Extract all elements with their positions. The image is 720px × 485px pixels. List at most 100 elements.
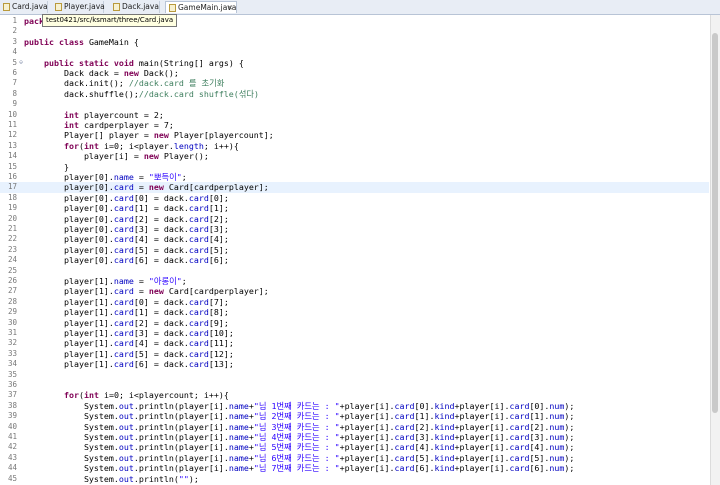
code-line[interactable]: 19 player[0].card[1] = dack.card[1]; [0, 203, 709, 213]
line-number: 45 [7, 473, 17, 483]
code-editor[interactable]: 1 pack 2 3 public class GameMain {4 5 ⊖ public… [0, 15, 709, 485]
code-line[interactable]: 5 ⊖ public static void main(String[] args… [0, 58, 709, 68]
code-line[interactable]: 25 [0, 266, 709, 276]
scrollbar-thumb[interactable] [712, 33, 718, 413]
code-line[interactable]: 39 System.out.println(player[i].name+"님 … [0, 411, 709, 421]
code-line[interactable]: 38 System.out.println(player[i].name+"님 … [0, 401, 709, 411]
code-line[interactable]: 8 dack.shuffle();//dack.card shuffle(섞다) [0, 89, 709, 99]
code-line[interactable]: 43 System.out.println(player[i].name+"님 … [0, 453, 709, 463]
line-number: 5 [12, 57, 17, 67]
tab-player-java[interactable]: Player.java [52, 1, 105, 13]
code-line[interactable]: 16 player[0].name = "뽀득이"; [0, 172, 709, 182]
line-number: 38 [7, 400, 17, 410]
code-line[interactable]: 2 [0, 26, 709, 36]
line-number: 19 [7, 203, 17, 213]
code-line[interactable]: 30 player[1].card[2] = dack.card[9]; [0, 318, 709, 328]
code-line[interactable]: 28 player[1].card[0] = dack.card[7]; [0, 297, 709, 307]
code-text: System.out.println(player[i].name+"님 3번째… [24, 421, 575, 432]
line-number: 37 [7, 390, 17, 400]
tab-card-java[interactable]: Card.java [0, 1, 48, 13]
tab-dack-java[interactable]: Dack.java [110, 1, 160, 13]
code-text: player[0].card[3] = dack.card[3]; [24, 224, 229, 234]
code-text: player[0].card[1] = dack.card[1]; [24, 203, 229, 214]
tab-label: Player.java [64, 2, 105, 11]
code-line[interactable]: 3 public class GameMain { [0, 37, 709, 47]
code-line[interactable]: 31 player[1].card[3] = dack.card[10]; [0, 328, 709, 338]
code-text: player[0].card = new Card[cardperplayer]… [24, 182, 269, 193]
code-line[interactable]: 18 player[0].card[0] = dack.card[0]; [0, 193, 709, 203]
code-line[interactable]: 17 player[0].card = new Card[cardperplay… [0, 182, 709, 193]
code-line[interactable]: 37 for(int i=0; i<playercount; i++){ [0, 390, 709, 400]
code-line[interactable]: 22 player[0].card[4] = dack.card[4]; [0, 234, 709, 244]
close-icon[interactable]: ✕ [227, 2, 233, 14]
line-number: 43 [7, 452, 17, 462]
line-number: 18 [7, 192, 17, 202]
line-number: 36 [7, 380, 17, 389]
code-line[interactable]: 24 player[0].card[6] = dack.card[6]; [0, 255, 709, 265]
line-number: 25 [7, 265, 17, 275]
code-line[interactable]: 7 dack.init(); //dack.card 를 초기화 [0, 78, 709, 88]
code-text: pack [24, 16, 44, 26]
code-text: int cardperplayer = 7; [63, 120, 174, 130]
code-line[interactable]: 4 [0, 47, 709, 57]
line-number: 34 [7, 359, 17, 369]
code-line[interactable]: 21 player[0].card[3] = dack.card[3]; [0, 224, 709, 234]
code-line[interactable]: 33 player[1].card[5] = dack.card[12]; [0, 349, 709, 359]
line-number: 26 [7, 276, 17, 285]
code-line[interactable]: 36 [0, 380, 709, 390]
code-text: Player[] player = new Player[playercount… [24, 130, 274, 141]
line-number: 22 [7, 234, 17, 244]
code-line[interactable]: 15 } [0, 162, 709, 172]
java-file-icon [169, 4, 176, 12]
code-line[interactable]: 40 System.out.println(player[i].name+"님 … [0, 422, 709, 432]
line-number: 30 [7, 317, 17, 327]
code-text: System.out.println(""); [24, 473, 199, 484]
code-line[interactable]: 29 player[1].card[1] = dack.card[8]; [0, 307, 709, 317]
code-text: System.out.println(player[i].name+"님 4번째… [24, 432, 575, 442]
code-text: player[0].name = "뽀득이"; [24, 172, 187, 182]
code-text: player[1].card[4] = dack.card[11]; [24, 338, 234, 349]
code-line[interactable]: 27 player[1].card = new Card[cardperplay… [0, 286, 709, 296]
code-line[interactable]: 6 Dack dack = new Dack(); [0, 68, 709, 78]
tab-gamemain-java[interactable]: GameMain.java ✕ [165, 1, 237, 13]
code-line[interactable]: 11 int cardperplayer = 7; [0, 120, 709, 130]
code-line[interactable]: 32 player[1].card[4] = dack.card[11]; [0, 338, 709, 348]
code-line[interactable]: 14 player[i] = new Player(); [0, 151, 709, 161]
code-line[interactable]: 20 player[0].card[2] = dack.card[2]; [0, 214, 709, 224]
code-line[interactable]: 10 int playercount = 2; [0, 110, 709, 120]
line-number: 24 [7, 255, 17, 265]
code-line[interactable]: 44 System.out.println(player[i].name+"님 … [0, 463, 709, 473]
code-line[interactable]: 35 [0, 370, 709, 380]
code-text: player[0].card[2] = dack.card[2]; [24, 213, 229, 224]
code-line[interactable]: 41 System.out.println(player[i].name+"님 … [0, 432, 709, 442]
line-number: 14 [7, 151, 17, 161]
line-number: 29 [7, 307, 17, 317]
line-number: 32 [7, 338, 17, 348]
code-line[interactable]: 13 for(int i=0; i<player.length; i++){ [0, 141, 709, 151]
line-number: 16 [7, 172, 17, 181]
vertical-scrollbar[interactable] [710, 15, 720, 485]
code-line[interactable]: 34 player[1].card[6] = dack.card[13]; [0, 359, 709, 369]
code-line[interactable]: 42 System.out.println(player[i].name+"님 … [0, 442, 709, 452]
code-text: for(int i=0; i<player.length; i++){ [63, 140, 239, 151]
line-number: 33 [7, 348, 17, 358]
code-line[interactable]: 12 Player[] player = new Player[playerco… [0, 130, 709, 140]
code-text: System.out.println(player[i].name+"님 5번째… [24, 442, 575, 453]
code-text: dack.shuffle();//dack.card shuffle(섞다) [24, 88, 260, 99]
code-text: public static void main(String[] args) { [43, 57, 244, 68]
code-text: public class GameMain { [24, 36, 139, 47]
line-number: 7 [12, 78, 17, 88]
line-number: 3 [12, 36, 17, 46]
code-text: player[1].card[6] = dack.card[13]; [24, 359, 234, 370]
code-line[interactable]: 26 player[1].name = "아롱이"; [0, 276, 709, 286]
tab-label: Card.java [12, 2, 48, 11]
line-number: 17 [7, 182, 17, 192]
code-text: System.out.println(player[i].name+"님 2번째… [24, 411, 575, 422]
code-text: player[1].card[1] = dack.card[8]; [24, 307, 229, 318]
code-line[interactable]: 9 [0, 99, 709, 109]
code-text: player[0].card[4] = dack.card[4]; [24, 234, 229, 245]
code-line[interactable]: 45 System.out.println(""); [0, 474, 709, 484]
code-line[interactable]: 23 player[0].card[5] = dack.card[5]; [0, 245, 709, 255]
line-number: 41 [7, 432, 17, 441]
code-text: player[1].card = new Card[cardperplayer]… [24, 286, 269, 297]
